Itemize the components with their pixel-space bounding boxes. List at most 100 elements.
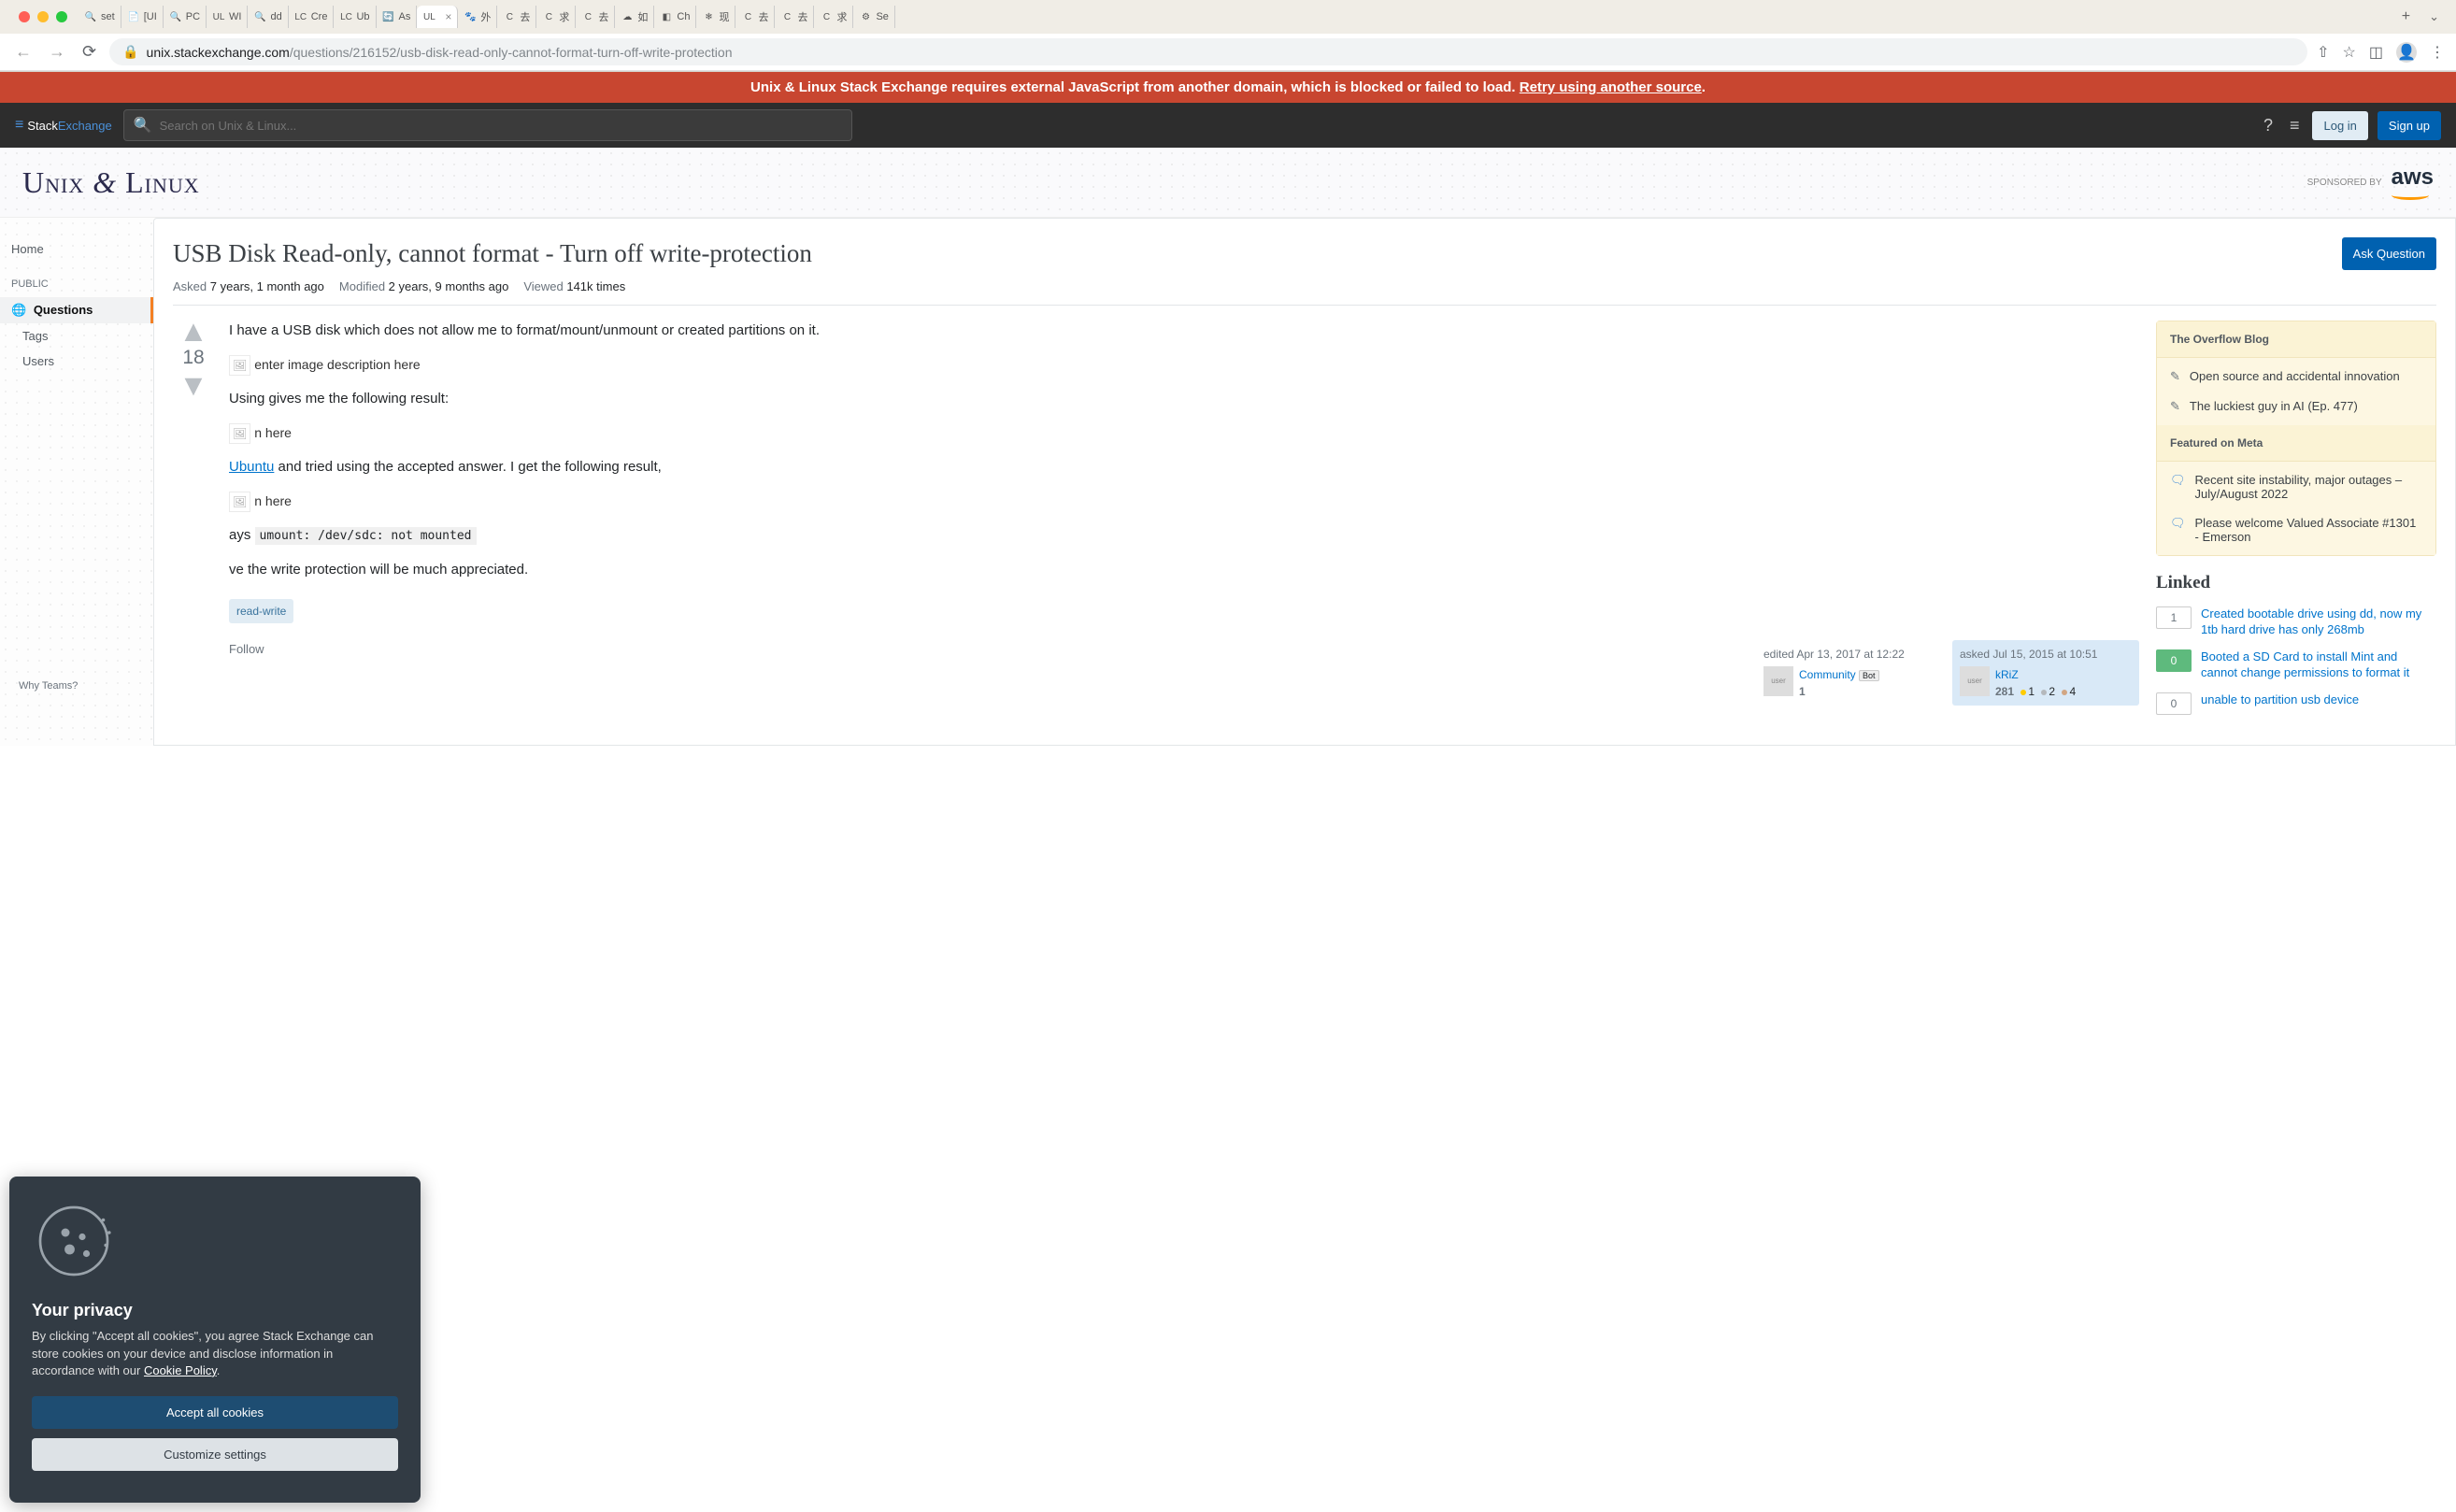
browser-tab-7[interactable]: 🔄As bbox=[377, 6, 418, 28]
browser-tab-9[interactable]: 🐾外 bbox=[458, 6, 497, 28]
sidebar-why-teams[interactable]: Why Teams? bbox=[0, 673, 153, 699]
menu-icon[interactable]: ⋮ bbox=[2430, 43, 2445, 62]
browser-tab-16[interactable]: C去 bbox=[735, 6, 775, 28]
edit-time: edited Apr 13, 2017 at 12:22 bbox=[1763, 646, 1935, 663]
sidebar-tags[interactable]: Tags bbox=[0, 323, 153, 349]
linked-title[interactable]: Booted a SD Card to install Mint and can… bbox=[2201, 649, 2436, 681]
linked-list: 1 Created bootable drive using dd, now my… bbox=[2156, 606, 2436, 715]
follow-button[interactable]: Follow bbox=[229, 640, 264, 706]
close-icon[interactable]: × bbox=[445, 10, 451, 23]
tab-favicon: LC bbox=[339, 10, 352, 23]
tabs-container: 🔍set📄[UI🔍PCULWI🔍ddLCCreLCUb🔄AsUL×🐾外C去C求C… bbox=[79, 6, 2392, 28]
customize-cookies-button[interactable]: Customize settings bbox=[32, 1438, 398, 1471]
cookie-policy-link[interactable]: Cookie Policy bbox=[144, 1363, 217, 1377]
broken-image-1: enter image description here bbox=[229, 355, 421, 376]
ubuntu-link[interactable]: Ubuntu bbox=[229, 459, 274, 475]
browser-tab-12[interactable]: C去 bbox=[576, 6, 615, 28]
sidebar-questions[interactable]: 🌐 Questions bbox=[0, 297, 153, 323]
pencil-icon: ✎ bbox=[2170, 369, 2180, 384]
owner-name[interactable]: kRiZ bbox=[1995, 668, 2019, 681]
tab-favicon: 🔍 bbox=[253, 10, 266, 23]
browser-tab-14[interactable]: ◧Ch bbox=[654, 6, 696, 28]
reload-button[interactable]: ⟳ bbox=[79, 40, 100, 64]
browser-tab-17[interactable]: C去 bbox=[775, 6, 814, 28]
vote-column: ▲ 18 ▼ bbox=[173, 321, 214, 726]
stackexchange-logo[interactable]: ≡ StackExchange bbox=[15, 117, 112, 134]
browser-tab-2[interactable]: 🔍PC bbox=[164, 6, 207, 28]
broken-image-3: n here bbox=[229, 492, 292, 512]
post-p1: I have a USB disk which does not allow m… bbox=[229, 321, 2139, 342]
main-content: USB Disk Read-only, cannot format - Turn… bbox=[153, 218, 2456, 746]
browser-tab-8[interactable]: UL× bbox=[417, 6, 458, 28]
sidebar-home[interactable]: Home bbox=[0, 236, 153, 262]
browser-tab-13[interactable]: ☁如 bbox=[615, 6, 654, 28]
warning-retry-link[interactable]: Retry using another source bbox=[1520, 79, 1702, 95]
browser-tab-15[interactable]: ❄现 bbox=[696, 6, 735, 28]
tab-favicon: C bbox=[581, 10, 594, 23]
hamburger-icon[interactable]: ≡ bbox=[2286, 112, 2304, 139]
search-box[interactable]: 🔍 bbox=[123, 109, 852, 141]
browser-tab-3[interactable]: ULWI bbox=[207, 6, 248, 28]
linked-header: Linked bbox=[2156, 573, 2436, 593]
forward-button[interactable]: → bbox=[45, 40, 69, 64]
owner-avatar: user bbox=[1960, 666, 1990, 696]
share-icon[interactable]: ⇧ bbox=[2317, 43, 2329, 62]
browser-tab-10[interactable]: C去 bbox=[497, 6, 536, 28]
linked-title[interactable]: unable to partition usb device bbox=[2201, 692, 2359, 708]
browser-tab-4[interactable]: 🔍dd bbox=[248, 6, 288, 28]
bookmark-icon[interactable]: ☆ bbox=[2343, 43, 2356, 62]
blog-item-1[interactable]: ✎The luckiest guy in AI (Ep. 477) bbox=[2170, 392, 2422, 421]
editor-avatar: user bbox=[1763, 666, 1793, 696]
browser-tab-11[interactable]: C求 bbox=[536, 6, 576, 28]
browser-tab-0[interactable]: 🔍set bbox=[79, 6, 121, 28]
browser-tab-6[interactable]: LCUb bbox=[334, 6, 376, 28]
downvote-button[interactable]: ▼ bbox=[173, 375, 214, 395]
window-minimize[interactable] bbox=[37, 11, 49, 22]
window-maximize[interactable] bbox=[56, 11, 67, 22]
blog-item-0[interactable]: ✎Open source and accidental innovation bbox=[2170, 362, 2422, 392]
upvote-button[interactable]: ▲ bbox=[173, 321, 214, 341]
editor-rep: 1 bbox=[1799, 685, 1806, 698]
featured-meta-header: Featured on Meta bbox=[2157, 425, 2435, 462]
gold-badge-icon bbox=[2020, 690, 2026, 695]
browser-tab-1[interactable]: 📄[UI bbox=[121, 6, 164, 28]
search-input[interactable] bbox=[160, 119, 842, 133]
sidebar-icon[interactable]: ◫ bbox=[2369, 43, 2383, 62]
cookie-title: Your privacy bbox=[32, 1301, 398, 1320]
site-logo[interactable]: Unix & Linux bbox=[22, 165, 200, 200]
meta-item-0[interactable]: 🗨Recent site instability, major outages … bbox=[2170, 465, 2422, 508]
ask-question-button[interactable]: Ask Question bbox=[2342, 237, 2436, 270]
new-tab-button[interactable]: + bbox=[2392, 5, 2420, 29]
editor-name[interactable]: Community bbox=[1799, 668, 1856, 681]
tabs-dropdown[interactable]: ⌄ bbox=[2420, 6, 2449, 28]
aws-logo[interactable]: aws bbox=[2392, 164, 2434, 200]
linked-score: 1 bbox=[2156, 606, 2192, 629]
tab-favicon: ⚙ bbox=[859, 10, 872, 23]
browser-tab-18[interactable]: C求 bbox=[814, 6, 853, 28]
browser-tab-5[interactable]: LCCre bbox=[289, 6, 335, 28]
overflow-blog-box: The Overflow Blog ✎Open source and accid… bbox=[2156, 321, 2436, 556]
browser-tab-19[interactable]: ⚙Se bbox=[853, 6, 894, 28]
linked-title[interactable]: Created bootable drive using dd, now my … bbox=[2201, 606, 2436, 638]
tab-favicon: UL bbox=[212, 10, 225, 23]
post-p5: ve the write protection will be much app… bbox=[229, 560, 2139, 581]
url-host: unix.stackexchange.com bbox=[147, 45, 290, 60]
meta-item-1[interactable]: 🗨Please welcome Valued Associate #1301 -… bbox=[2170, 508, 2422, 551]
owner-rep: 281 bbox=[1995, 685, 2014, 698]
url-bar[interactable]: 🔒 unix.stackexchange.com/questions/21615… bbox=[109, 38, 2307, 65]
tab-favicon: C bbox=[741, 10, 754, 23]
profile-icon[interactable]: 👤 bbox=[2396, 42, 2417, 63]
help-icon[interactable]: ? bbox=[2260, 112, 2277, 139]
tab-favicon: LC bbox=[294, 10, 307, 23]
cookie-icon bbox=[32, 1199, 398, 1286]
sidebar-users[interactable]: Users bbox=[0, 349, 153, 374]
tab-favicon: 🔍 bbox=[84, 10, 97, 23]
window-close[interactable] bbox=[19, 11, 30, 22]
signup-button[interactable]: Sign up bbox=[2377, 111, 2441, 140]
cookie-body: By clicking "Accept all cookies", you ag… bbox=[32, 1328, 398, 1379]
login-button[interactable]: Log in bbox=[2312, 111, 2367, 140]
code-umount: umount: /dev/sdc: not mounted bbox=[255, 527, 477, 545]
tag-read-write[interactable]: read-write bbox=[229, 599, 293, 623]
back-button[interactable]: ← bbox=[11, 40, 36, 64]
accept-cookies-button[interactable]: Accept all cookies bbox=[32, 1396, 398, 1429]
